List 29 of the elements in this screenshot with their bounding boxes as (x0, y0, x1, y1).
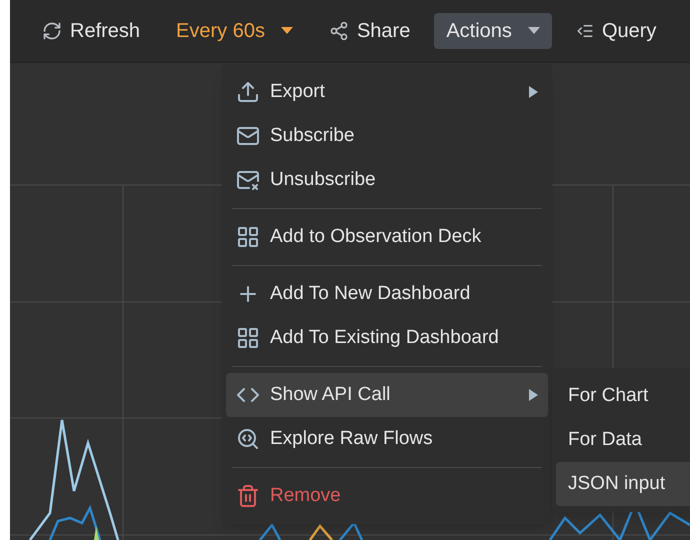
menu-item[interactable]: Unsubscribe (226, 158, 548, 202)
envelope-icon (236, 124, 260, 148)
menu-item[interactable]: Add to Observation Deck (226, 215, 548, 259)
submenu-item[interactable]: For Data (556, 418, 690, 462)
caret-icon (280, 27, 293, 35)
menu-item[interactable]: Add To New Dashboard (226, 272, 548, 316)
share-icon (328, 21, 349, 41)
menu-item[interactable]: Remove (226, 474, 548, 518)
magnifier-icon (236, 427, 260, 451)
menu-item[interactable]: Add To Existing Dashboard (226, 316, 548, 360)
submenu-item[interactable]: JSON input (556, 462, 690, 506)
envelope-icon (236, 168, 260, 192)
refresh-icon (42, 21, 62, 41)
interval-dropdown[interactable]: Every 60s (164, 13, 305, 49)
list-icon (576, 22, 594, 40)
trash-icon (236, 484, 260, 508)
actions-button[interactable]: Actions (434, 13, 552, 49)
menu-item[interactable]: Explore Raw Flows (226, 417, 548, 461)
grid-icon (236, 326, 260, 350)
grid-icon (236, 225, 260, 249)
submenu-item[interactable]: For Chart (556, 374, 690, 418)
refresh-button[interactable]: Refresh (30, 13, 152, 49)
menu-item[interactable]: Subscribe (226, 114, 548, 158)
share-button[interactable]: Share (316, 13, 422, 49)
caret-icon (528, 27, 540, 35)
menu-item[interactable]: Export (226, 70, 548, 114)
upload-icon (236, 80, 260, 104)
query-button[interactable]: Query (564, 13, 668, 49)
menu-item[interactable]: Show API Call (226, 373, 548, 417)
